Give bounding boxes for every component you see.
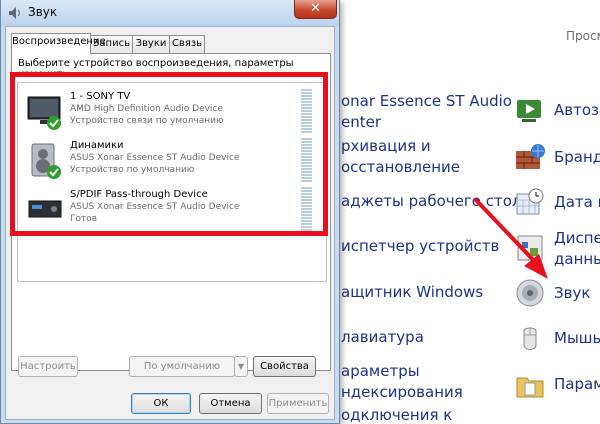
date-time-icon[interactable]: [514, 187, 546, 219]
cp-item-date-time[interactable]: Дата и: [554, 191, 600, 213]
tab-playback[interactable]: Воспроизведение: [11, 33, 106, 54]
description-text: Выберите устройство воспроизведения, пар…: [18, 58, 294, 71]
apply-button[interactable]: Применить: [267, 393, 329, 414]
cp-item-indexing-line1[interactable]: араметры: [341, 360, 420, 382]
set-default-dropdown[interactable]: ▼: [234, 356, 248, 377]
dialog-titlebar[interactable]: Звук ✕: [1, 0, 339, 26]
firewall-icon[interactable]: [514, 141, 546, 173]
configure-button[interactable]: Настроить: [18, 356, 78, 377]
highlight-box: [10, 72, 328, 236]
set-default-button[interactable]: По умолчанию: [129, 356, 235, 377]
cp-item-connections[interactable]: одключения к: [341, 404, 452, 424]
cp-item-firewall[interactable]: Брандм: [554, 146, 600, 168]
sound-icon[interactable]: [514, 277, 546, 309]
task-manager-icon[interactable]: [514, 232, 546, 264]
speaker-title-icon: [9, 7, 20, 19]
cp-item-task-manager-line1[interactable]: Диспет: [554, 227, 600, 249]
cp-item-xonar-line2[interactable]: enter: [341, 111, 381, 133]
cp-item-backup-line1[interactable]: рхивация и: [341, 135, 431, 157]
tab-sounds[interactable]: Звуки: [132, 35, 170, 53]
cp-item-autoplay[interactable]: Автоза: [554, 99, 600, 121]
chevron-down-icon: ▼: [237, 362, 245, 371]
cancel-button[interactable]: Отмена: [199, 393, 262, 414]
folder-options-icon[interactable]: [514, 369, 546, 401]
view-by-label: Просм: [566, 29, 600, 43]
mouse-icon[interactable]: [514, 323, 546, 355]
dialog-title: Звук: [28, 5, 58, 19]
close-button[interactable]: ✕: [294, 0, 337, 19]
cp-item-keyboard[interactable]: лавиатура: [341, 326, 424, 348]
cp-item-backup-line2[interactable]: осстановление: [341, 156, 460, 178]
ok-button[interactable]: ОК: [131, 393, 191, 414]
cp-item-mouse[interactable]: Мышь: [554, 327, 600, 349]
cp-item-task-manager-line2[interactable]: данны: [554, 248, 600, 270]
cp-item-indexing-line2[interactable]: ндексирования: [341, 381, 463, 403]
cp-item-folder-options[interactable]: Парам: [554, 373, 600, 395]
autoplay-icon[interactable]: [514, 94, 546, 126]
screenshot-root: Просм onar Essence ST Audio enter рхивац…: [0, 0, 600, 424]
cp-item-xonar-line1[interactable]: onar Essence ST Audio: [341, 90, 512, 112]
cp-item-device-manager[interactable]: испетчер устройств: [341, 235, 499, 257]
cp-item-gadgets[interactable]: аджеты рабочего стола: [341, 190, 531, 212]
tab-communications[interactable]: Связь: [169, 35, 205, 53]
cp-item-defender[interactable]: ащитник Windows: [341, 281, 483, 303]
properties-button[interactable]: Свойства: [253, 356, 316, 377]
close-icon: ✕: [310, 1, 321, 16]
cp-item-sound[interactable]: Звук: [554, 282, 590, 304]
